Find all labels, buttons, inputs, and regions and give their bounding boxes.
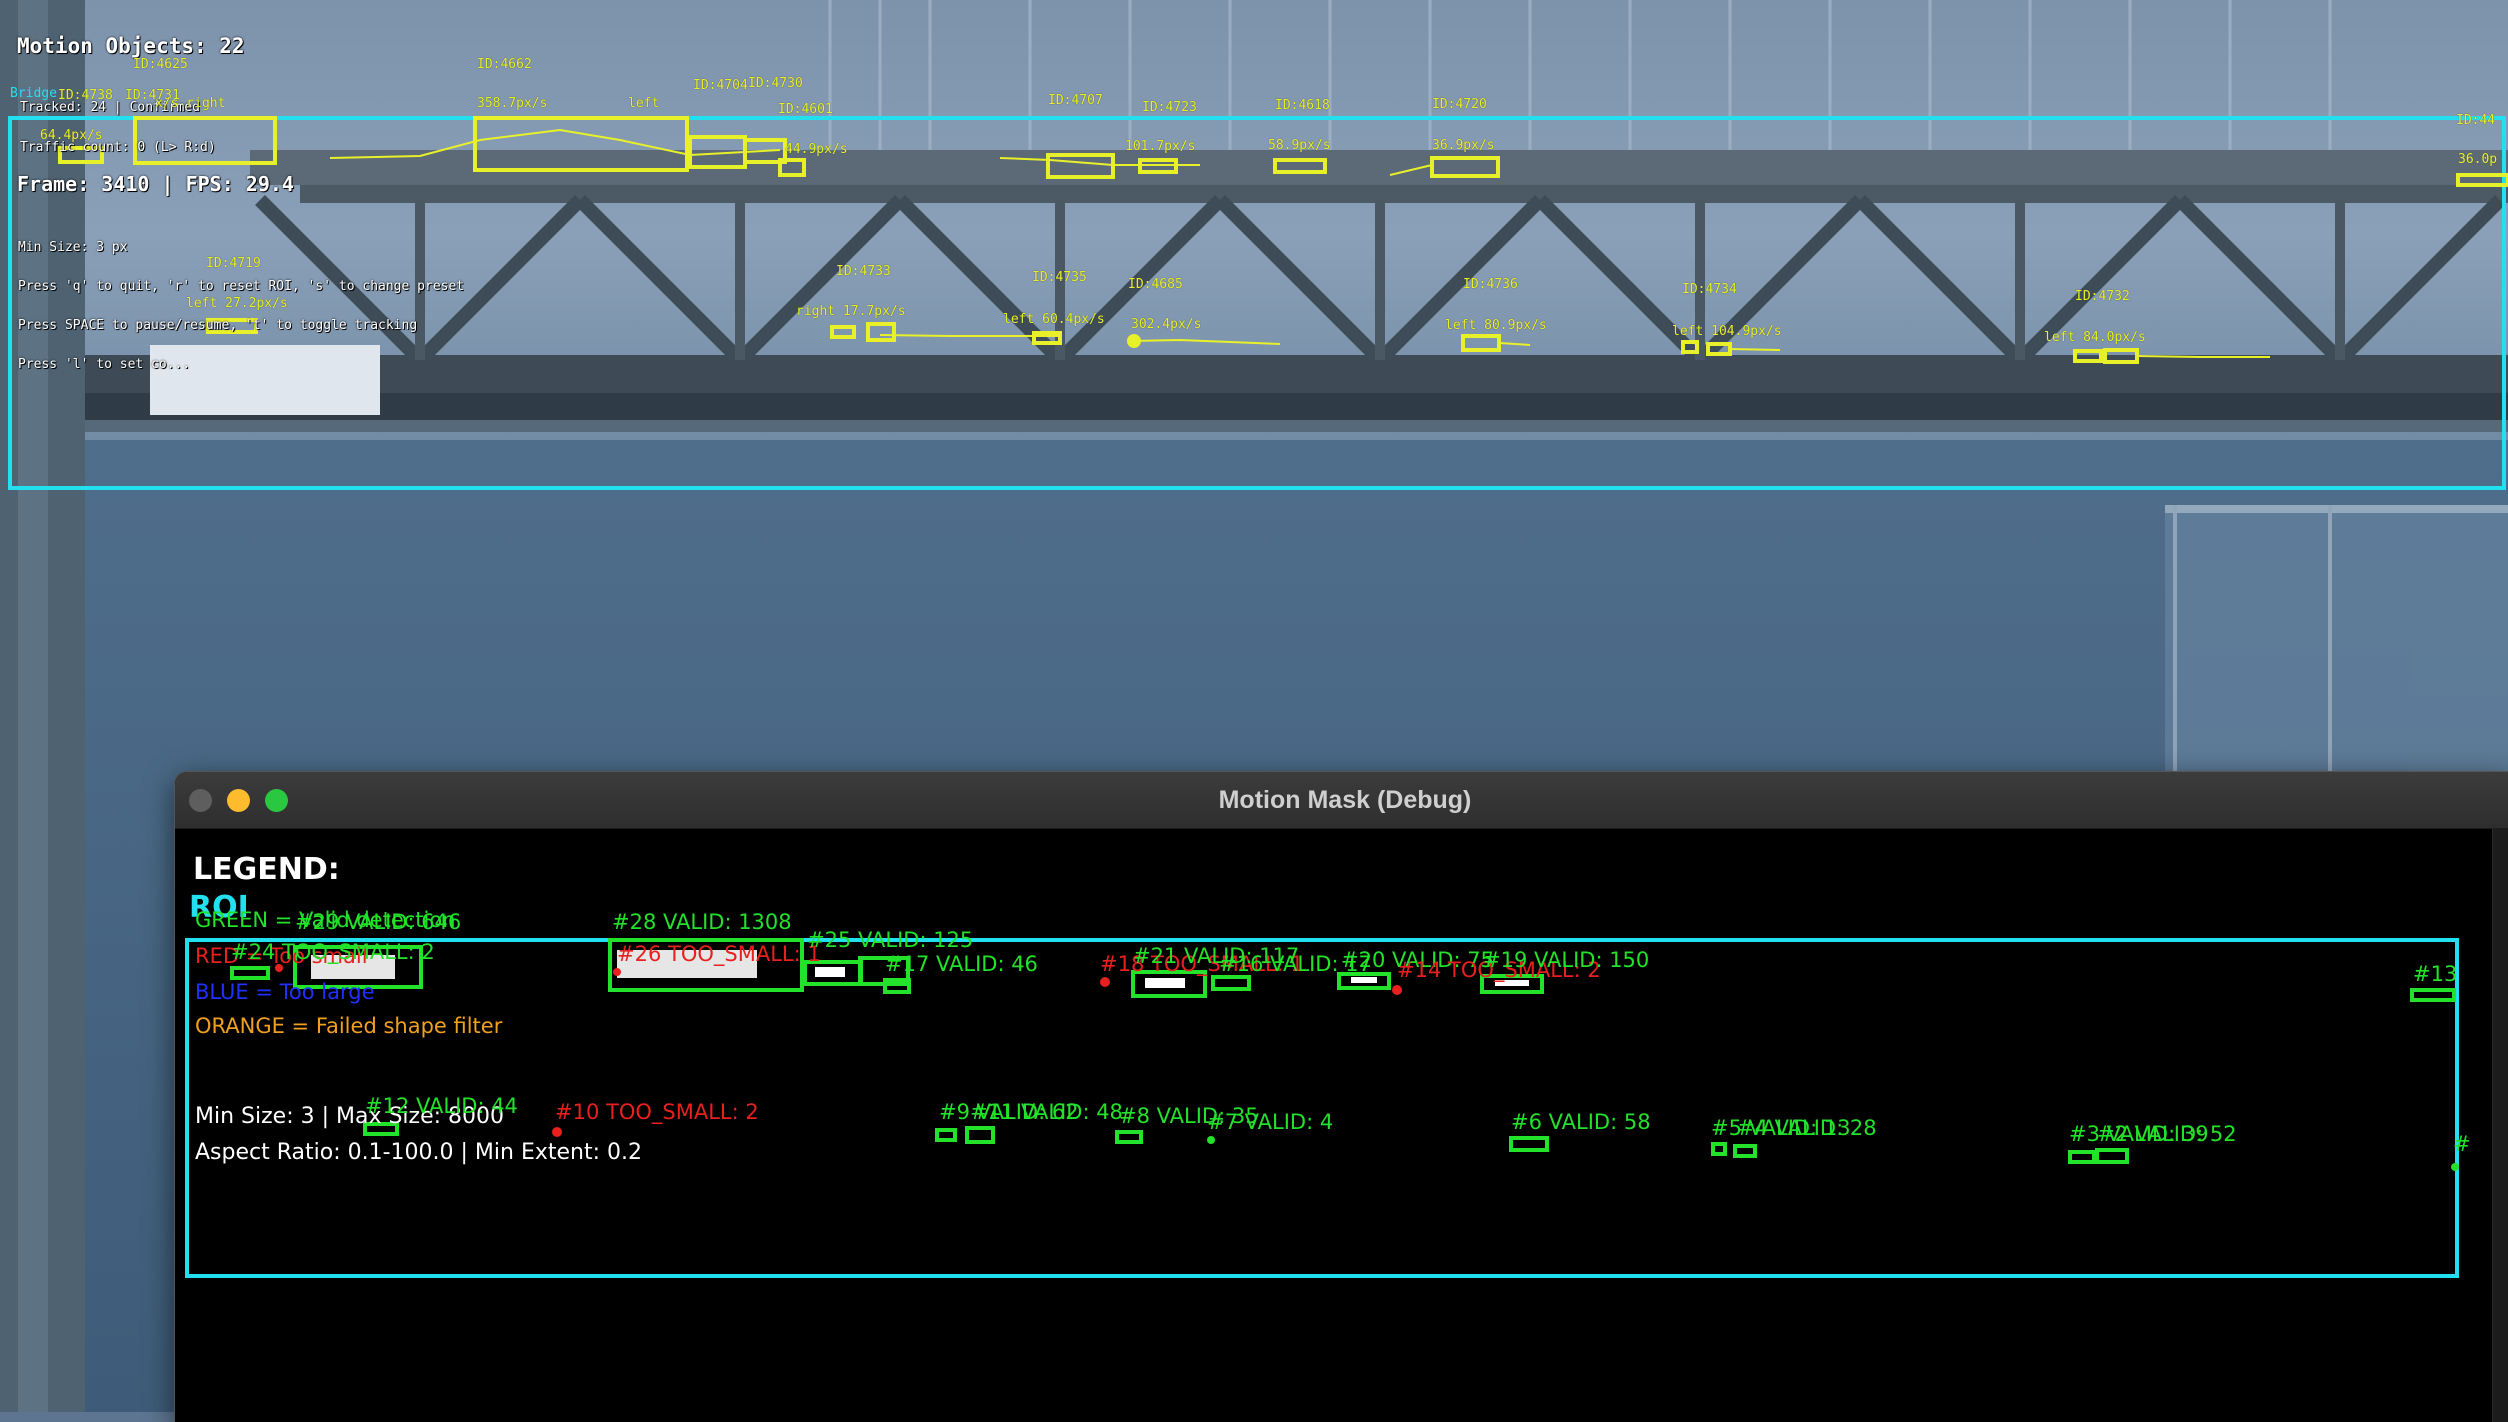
speed-label: 36.0p bbox=[2458, 152, 2498, 167]
detection-label: # bbox=[2453, 1132, 2471, 1156]
speed-label: left 60.4px/s bbox=[1003, 312, 1105, 327]
speed-label: left 80.9px/s bbox=[1445, 318, 1547, 333]
detection-label: #4 VALID: 28 bbox=[1737, 1116, 1877, 1140]
motion-mask-debug-window[interactable]: Motion Mask (Debug) LEGEND: ROI GREEN = … bbox=[175, 772, 2508, 1422]
help-set: Press 'l' to set co... bbox=[18, 357, 191, 372]
motion-objects-count: Motion Objects: 22 bbox=[17, 34, 245, 58]
track-id-label: ID:4733 bbox=[836, 264, 891, 279]
speed-label: left 27.2px/s bbox=[186, 296, 288, 311]
detection-label: #29 VALID: 646 bbox=[295, 910, 462, 934]
speed-label: right 17.7px/s bbox=[796, 304, 906, 319]
speed-label: 36.9px/s bbox=[1432, 138, 1495, 153]
track-id-label: ID:4719 bbox=[206, 256, 261, 271]
detection-label: #19 VALID: 150 bbox=[1483, 948, 1650, 972]
window-scrollbar[interactable] bbox=[2492, 828, 2508, 1422]
speed-label: 302.4px/s bbox=[1131, 317, 1202, 332]
track-id-label: ID:4618 bbox=[1275, 98, 1330, 113]
detection-label: #26 TOO_SMALL: 1 bbox=[617, 942, 821, 966]
speed-label: left 84.0px/s bbox=[2044, 330, 2146, 345]
track-id-label: ID:4704 bbox=[693, 78, 748, 93]
track-id-label: ID:44 bbox=[2456, 113, 2496, 128]
detection-label: #25 VALID: 125 bbox=[807, 928, 974, 952]
speed-label: left bbox=[628, 96, 660, 111]
track-id-label: ID:4732 bbox=[2075, 289, 2130, 304]
speed-label: 358.7px/s bbox=[477, 96, 548, 111]
glass-building bbox=[2165, 505, 2508, 785]
detection-label: #12 VALID: 44 bbox=[365, 1094, 518, 1118]
detection-label: #17 VALID: 46 bbox=[885, 952, 1038, 976]
track-id-label: ID:4707 bbox=[1048, 93, 1103, 108]
track-id-label: ID:4738 bbox=[58, 88, 113, 103]
debug-roi-rectangle bbox=[185, 938, 2459, 1278]
detection-label: #7 VALID: 4 bbox=[1207, 1110, 1334, 1134]
detection-label: #11 VALID: 48 bbox=[970, 1100, 1123, 1124]
speed-label: 44.9px/s bbox=[785, 142, 848, 157]
frame-fps: Frame: 3410 | FPS: 29.4 bbox=[17, 172, 294, 196]
track-id-label: ID:4601 bbox=[778, 102, 833, 117]
white-structure bbox=[150, 345, 380, 415]
speed-label: x/s right bbox=[155, 96, 226, 111]
track-id-label: ID:4720 bbox=[1432, 97, 1487, 112]
track-id-label: ID:4730 bbox=[748, 76, 803, 91]
track-id-label: ID:4736 bbox=[1463, 277, 1518, 292]
track-id-label: ID:4685 bbox=[1128, 277, 1183, 292]
help-quit: Press 'q' to quit, 'r' to reset ROI, 's'… bbox=[18, 279, 465, 294]
track-id-label: ID:4734 bbox=[1682, 282, 1737, 297]
detection-label: #13 bbox=[2413, 962, 2458, 986]
legend-blue: BLUE = Too large bbox=[195, 980, 375, 1004]
help-space: Press SPACE to pause/resume, 't' to togg… bbox=[18, 318, 418, 333]
track-id-label: ID:4735 bbox=[1032, 270, 1087, 285]
track-id-label: ID:4723 bbox=[1142, 100, 1197, 115]
legend-heading: LEGEND: bbox=[193, 852, 340, 887]
debug-mask-canvas bbox=[185, 938, 2459, 1278]
speed-label: left 104.9px/s bbox=[1672, 324, 1782, 339]
detection-label: #2 VALID: 52 bbox=[2097, 1122, 2237, 1146]
track-id-label: ID:4625 bbox=[133, 57, 188, 72]
speed-label: 58.9px/s bbox=[1268, 138, 1331, 153]
detection-label: #6 VALID: 58 bbox=[1511, 1110, 1651, 1134]
bridge-label: Bridge bbox=[10, 86, 57, 101]
speed-label: 64.4px/s bbox=[40, 128, 103, 143]
legend-orange: ORANGE = Failed shape filter bbox=[195, 1014, 503, 1038]
aspect-settings: Aspect Ratio: 0.1-100.0 | Min Extent: 0.… bbox=[195, 1140, 642, 1165]
bridge-tower bbox=[0, 0, 85, 1412]
speed-label: 101.7px/s bbox=[1125, 139, 1196, 154]
min-size-hud: Min Size: 3 px bbox=[18, 240, 128, 255]
track-id-label: ID:4662 bbox=[477, 57, 532, 72]
detection-label: #10 TOO_SMALL: 2 bbox=[555, 1100, 759, 1124]
detection-label: #28 VALID: 1308 bbox=[612, 910, 792, 934]
detection-label: #24 TOO_SMALL: 2 bbox=[231, 940, 435, 964]
